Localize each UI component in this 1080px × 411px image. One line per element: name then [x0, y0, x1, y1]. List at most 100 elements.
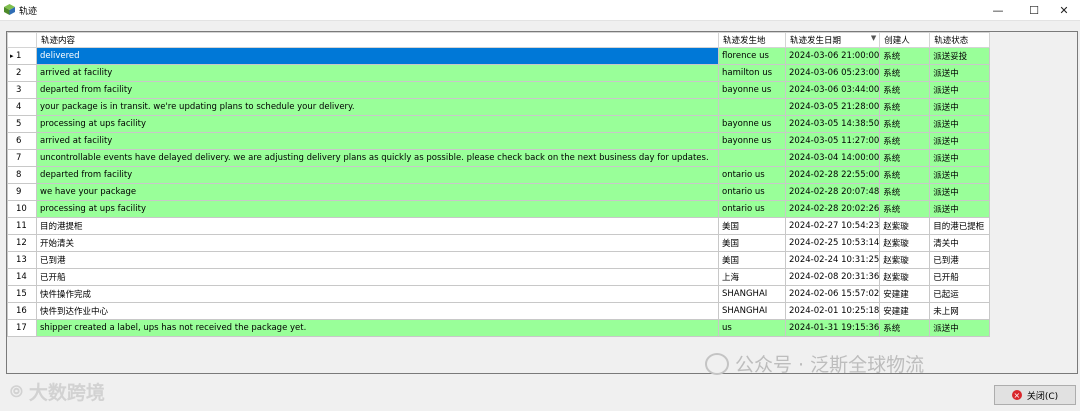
cell-date[interactable]: 2024-03-06 03:44:00 — [784, 81, 881, 99]
cell-date[interactable]: 2024-03-05 11:27:00 — [784, 132, 881, 150]
cell-creator[interactable]: 系统 — [879, 132, 931, 150]
cell-creator[interactable]: 系统 — [879, 200, 931, 218]
row-header[interactable]: 17 — [7, 319, 37, 337]
cell-place[interactable]: bayonne us — [718, 115, 786, 133]
cell-creator[interactable]: 系统 — [879, 166, 931, 184]
cell-date[interactable]: 2024-03-04 14:00:00 — [784, 149, 881, 167]
table-row[interactable]: 6 arrived at facility bayonne us 2024-03-05… — [7, 132, 991, 150]
row-header[interactable]: 6 — [7, 132, 37, 150]
table-row[interactable]: 17 shipper created a label, ups has not r… — [7, 319, 991, 337]
row-header[interactable]: 14 — [7, 268, 37, 286]
table-row[interactable]: 16 快件到达作业中心 SHANGHAI 2024-02-01 10:25:18 安建建… — [7, 302, 991, 320]
cell-place[interactable]: hamilton us — [718, 64, 786, 82]
cell-content[interactable]: your package is in transit. we're updati… — [36, 98, 719, 116]
table-row[interactable]: 13 已到港 美国 2024-02-24 10:31:25 赵紫璇 已到港 — [7, 251, 991, 269]
cell-date[interactable]: 2024-02-28 20:02:26 — [784, 200, 881, 218]
cell-date[interactable]: 2024-03-06 21:00:00 — [784, 47, 881, 65]
cell-place[interactable] — [718, 98, 786, 116]
cell-place[interactable] — [718, 149, 786, 167]
row-header[interactable]: 10 — [7, 200, 37, 218]
cell-date[interactable]: 2024-02-06 15:57:02 — [784, 285, 881, 303]
row-header[interactable]: 13 — [7, 251, 37, 269]
row-header[interactable]: 11 — [7, 217, 37, 235]
cell-creator[interactable]: 系统 — [879, 115, 931, 133]
cell-date[interactable]: 2024-02-28 22:55:00 — [784, 166, 881, 184]
row-header[interactable]: 12 — [7, 234, 37, 252]
row-header[interactable]: 15 — [7, 285, 37, 303]
column-header-date[interactable]: 轨迹发生日期 ▼ — [784, 32, 881, 48]
cell-status[interactable]: 派送妥投 — [929, 47, 991, 65]
column-header-place[interactable]: 轨迹发生地 — [718, 32, 786, 48]
table-row[interactable]: 7 uncontrollable events have delayed deli… — [7, 149, 991, 167]
cell-status[interactable]: 目的港已提柜 — [929, 217, 991, 235]
row-header[interactable]: 4 — [7, 98, 37, 116]
cell-place[interactable]: ontario us — [718, 166, 786, 184]
cell-place[interactable]: 上海 — [718, 268, 786, 286]
cell-place[interactable]: florence us — [718, 47, 786, 65]
row-header[interactable]: 16 — [7, 302, 37, 320]
cell-status[interactable]: 派送中 — [929, 98, 991, 116]
column-header-creator[interactable]: 创建人 — [879, 32, 931, 48]
row-header[interactable]: 7 — [7, 149, 37, 167]
cell-content[interactable]: 快件到达作业中心 — [36, 302, 719, 320]
cell-date[interactable]: 2024-02-27 10:54:23 — [784, 217, 881, 235]
cell-date[interactable]: 2024-02-24 10:31:25 — [784, 251, 881, 269]
cell-place[interactable]: SHANGHAI — [718, 285, 786, 303]
cell-content[interactable]: shipper created a label, ups has not rec… — [36, 319, 719, 337]
row-header[interactable]: 5 — [7, 115, 37, 133]
cell-creator[interactable]: 系统 — [879, 183, 931, 201]
row-header[interactable]: 3 — [7, 81, 37, 99]
table-row[interactable]: 12 开始清关 美国 2024-02-25 10:53:14 赵紫璇 清关中 — [7, 234, 991, 252]
cell-creator[interactable]: 系统 — [879, 98, 931, 116]
cell-creator[interactable]: 赵紫璇 — [879, 268, 931, 286]
cell-content[interactable]: processing at ups facility — [36, 200, 719, 218]
cell-date[interactable]: 2024-02-25 10:53:14 — [784, 234, 881, 252]
table-row[interactable]: 15 快件操作完成 SHANGHAI 2024-02-06 15:57:02 安建建 已起… — [7, 285, 991, 303]
cell-status[interactable]: 已开船 — [929, 268, 991, 286]
cell-creator[interactable]: 赵紫璇 — [879, 251, 931, 269]
cell-content[interactable]: 已开船 — [36, 268, 719, 286]
cell-date[interactable]: 2024-01-31 19:15:36 — [784, 319, 881, 337]
table-row[interactable]: 2 arrived at facility hamilton us 2024-03-0… — [7, 64, 991, 82]
close-window-button[interactable]: ✕ — [1046, 0, 1080, 20]
cell-status[interactable]: 派送中 — [929, 319, 991, 337]
row-header[interactable]: 8 — [7, 166, 37, 184]
cell-content[interactable]: departed from facility — [36, 166, 719, 184]
cell-creator[interactable]: 系统 — [879, 149, 931, 167]
table-row[interactable]: ▸ 1 delivered florence us 2024-03-06 21:00:0… — [7, 47, 991, 65]
cell-status[interactable]: 派送中 — [929, 166, 991, 184]
cell-date[interactable]: 2024-03-06 05:23:00 — [784, 64, 881, 82]
table-row[interactable]: 9 we have your package ontario us 2024-02-2… — [7, 183, 991, 201]
cell-place[interactable]: bayonne us — [718, 81, 786, 99]
cell-creator[interactable]: 赵紫璇 — [879, 217, 931, 235]
cell-status[interactable]: 未上网 — [929, 302, 991, 320]
row-header[interactable]: 2 — [7, 64, 37, 82]
cell-content[interactable]: we have your package — [36, 183, 719, 201]
row-header[interactable]: ▸ 1 — [7, 47, 37, 65]
cell-date[interactable]: 2024-02-28 20:07:48 — [784, 183, 881, 201]
cell-content[interactable]: delivered — [36, 47, 719, 65]
cell-status[interactable]: 派送中 — [929, 64, 991, 82]
cell-status[interactable]: 已到港 — [929, 251, 991, 269]
cell-creator[interactable]: 系统 — [879, 64, 931, 82]
cell-place[interactable]: ontario us — [718, 183, 786, 201]
column-header-status[interactable]: 轨迹状态 — [929, 32, 991, 48]
table-row[interactable]: 11 目的港提柜 美国 2024-02-27 10:54:23 赵紫璇 目的港已提柜 — [7, 217, 991, 235]
cell-status[interactable]: 派送中 — [929, 149, 991, 167]
table-row[interactable]: 5 processing at ups facility bayonne us 202… — [7, 115, 991, 133]
cell-place[interactable]: ontario us — [718, 200, 786, 218]
cell-place[interactable]: 美国 — [718, 234, 786, 252]
cell-date[interactable]: 2024-02-01 10:25:18 — [784, 302, 881, 320]
cell-place[interactable]: 美国 — [718, 251, 786, 269]
table-row[interactable]: 14 已开船 上海 2024-02-08 20:31:36 赵紫璇 已开船 — [7, 268, 991, 286]
cell-creator[interactable]: 安建建 — [879, 302, 931, 320]
cell-content[interactable]: 开始清关 — [36, 234, 719, 252]
cell-content[interactable]: processing at ups facility — [36, 115, 719, 133]
close-button[interactable]: ⨯ 关闭(C) — [994, 385, 1076, 405]
cell-place[interactable]: bayonne us — [718, 132, 786, 150]
cell-content[interactable]: 已到港 — [36, 251, 719, 269]
cell-creator[interactable]: 赵紫璇 — [879, 234, 931, 252]
cell-content[interactable]: arrived at facility — [36, 132, 719, 150]
cell-content[interactable]: departed from facility — [36, 81, 719, 99]
cell-status[interactable]: 派送中 — [929, 115, 991, 133]
